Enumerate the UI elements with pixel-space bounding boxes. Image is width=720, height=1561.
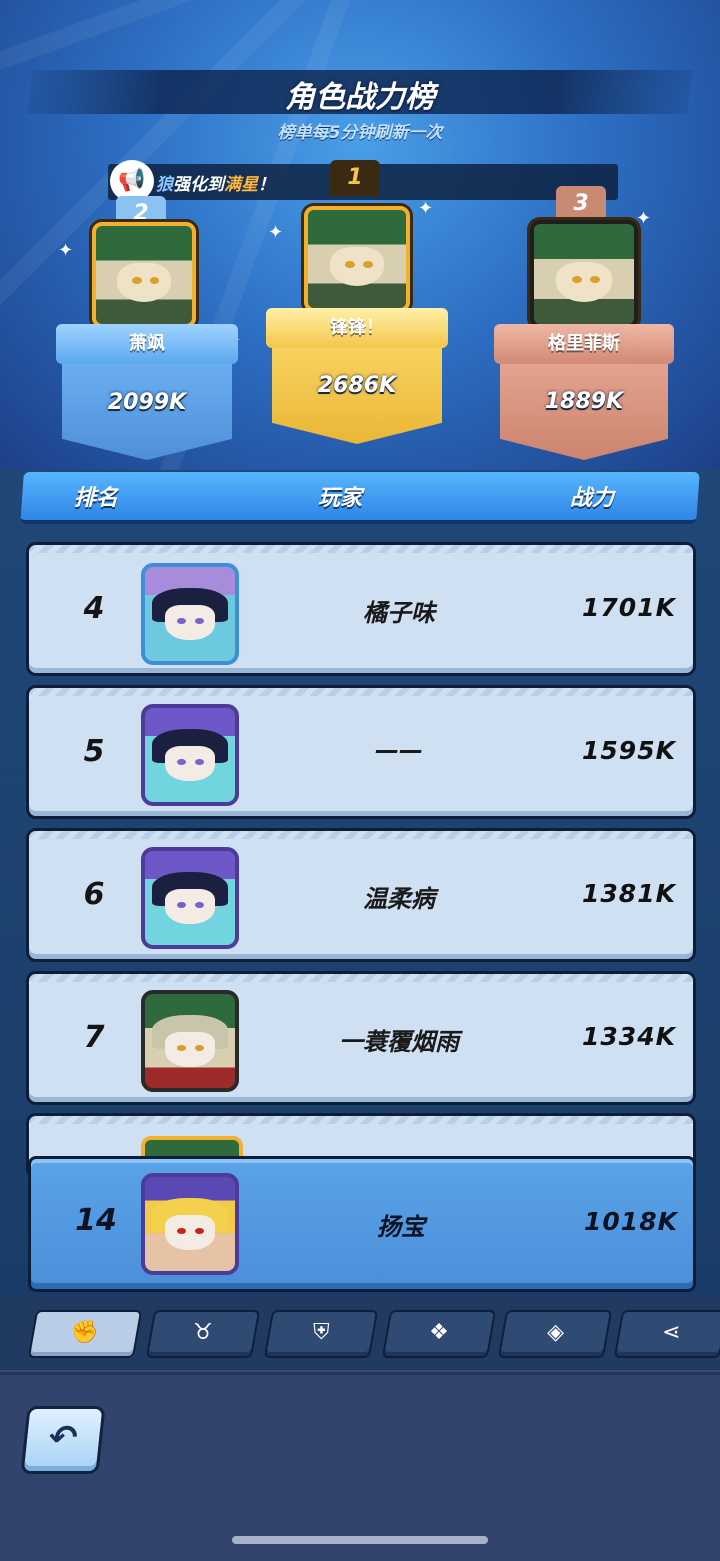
tab-share[interactable]: ⋖ [613, 1310, 720, 1358]
crown-icon: 1 [330, 160, 380, 196]
fist-icon: ✊ [71, 1320, 99, 1345]
rank-badge-3: 3 [556, 186, 606, 222]
announcement-prefix: 狼 [156, 175, 173, 195]
column-header-player: 玩家 [318, 486, 363, 511]
bull-horns-icon: ♉ [193, 1320, 214, 1345]
tab-pet[interactable]: ♉ [145, 1310, 261, 1358]
bottom-panel [0, 1372, 720, 1561]
refresh-note: 榜单每5分钟刷新一次 [277, 123, 443, 143]
cards-icon: ❖ [429, 1320, 450, 1345]
avatar[interactable] [141, 704, 239, 806]
avatar[interactable] [304, 206, 410, 312]
tab-guild[interactable]: ⛨ [263, 1310, 379, 1358]
shield-badge-icon: ⛨ [312, 1320, 330, 1345]
announcement-suffix: ！ [258, 175, 275, 195]
sparkle-icon: ✦ [58, 240, 74, 261]
column-header-power: 战力 [570, 486, 615, 511]
row-player-name: 温柔病 [363, 885, 435, 913]
sparkle-icon: ✦ [418, 198, 434, 219]
back-arrow-icon: ↶ [46, 1418, 80, 1458]
row-player-name: —— [375, 736, 423, 764]
card-icon: ◈ [546, 1320, 564, 1345]
row-rank: 6 [83, 877, 105, 912]
announcement-body: 强化到 [173, 175, 224, 195]
podium-first-name: 锋锋！ [266, 308, 448, 348]
back-button[interactable]: ↶ [20, 1406, 106, 1474]
avatar[interactable] [92, 222, 196, 328]
row-power: 1701K [582, 593, 676, 622]
row-rank: 4 [83, 591, 105, 626]
announcement-text: 狼强化到满星！ [156, 170, 275, 195]
sparkle-icon: ✦ [636, 208, 652, 229]
tab-cards[interactable]: ❖ [381, 1310, 497, 1358]
home-indicator[interactable] [232, 1536, 488, 1544]
page-title: 角色战力榜 [285, 80, 435, 115]
tab-card[interactable]: ◈ [497, 1310, 613, 1358]
share-icon: ⋖ [661, 1320, 681, 1345]
podium-second-name: 萧飒 [56, 324, 238, 364]
announcement-highlight: 满星 [224, 175, 258, 195]
avatar[interactable] [141, 1173, 239, 1275]
avatar[interactable] [141, 990, 239, 1092]
podium-third-name: 格里菲斯 [494, 324, 674, 364]
row-power: 1595K [582, 736, 676, 765]
my-rank: 14 [75, 1203, 117, 1238]
avatar[interactable] [141, 847, 239, 949]
row-power: 1334K [582, 1022, 676, 1051]
my-player-name: 扬宝 [377, 1213, 425, 1241]
row-player-name: 橘子味 [363, 599, 435, 627]
sparkle-icon: ✦ [268, 222, 284, 243]
row-rank: 7 [83, 1020, 105, 1055]
row-player-name: 一蓑覆烟雨 [339, 1028, 459, 1056]
row-power: 1381K [582, 879, 676, 908]
table-row[interactable]: 7 一蓑覆烟雨 1334K [26, 971, 696, 1105]
table-row[interactable]: 4 橘子味 1701K [26, 542, 696, 676]
avatar[interactable] [141, 563, 239, 665]
tab-character[interactable]: ✊ [27, 1310, 143, 1358]
table-row[interactable]: 6 温柔病 1381K [26, 828, 696, 962]
my-ranking-row[interactable]: 14 扬宝 1018K [28, 1156, 696, 1292]
table-row[interactable]: 5 —— 1595K [26, 685, 696, 819]
column-header-rank: 排名 [74, 486, 119, 511]
my-power: 1018K [584, 1207, 678, 1236]
row-rank: 5 [83, 734, 105, 769]
avatar[interactable] [530, 220, 638, 328]
